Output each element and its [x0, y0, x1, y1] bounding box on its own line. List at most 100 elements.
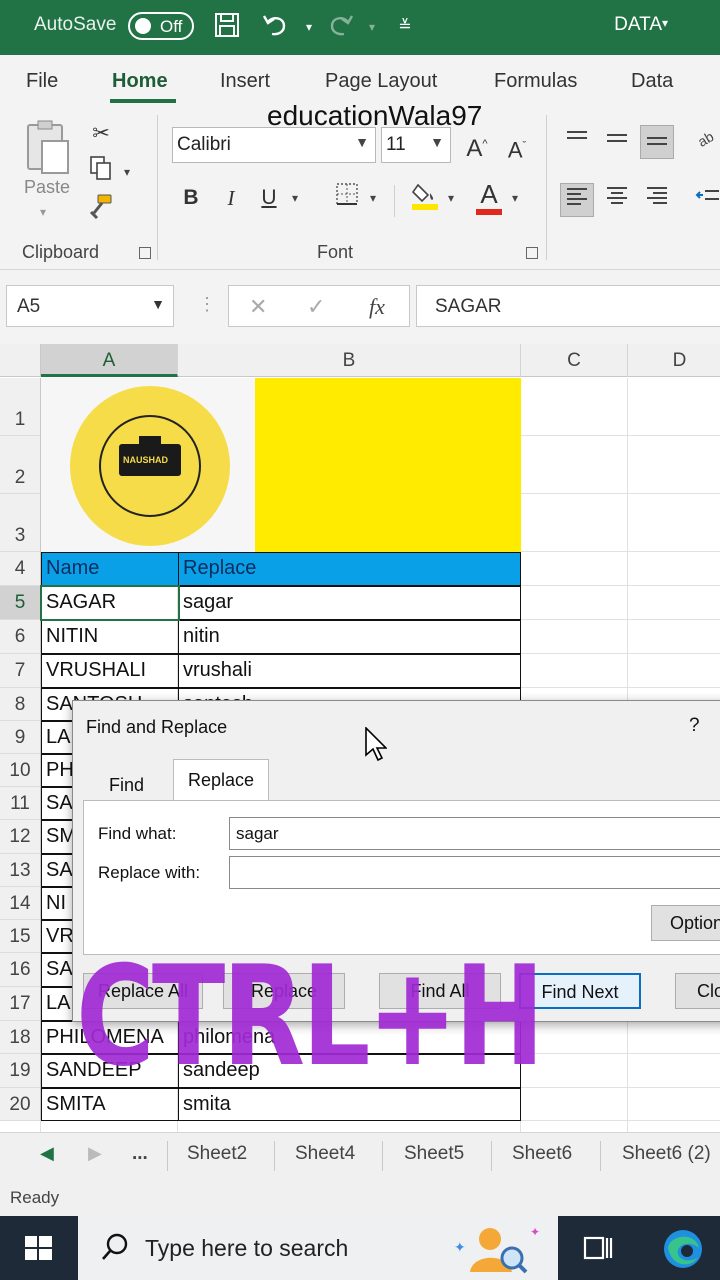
paste-dropdown-icon[interactable]: ▾ [40, 205, 46, 219]
sheet-tab[interactable]: Sheet6 (2) [622, 1143, 711, 1165]
row-header[interactable]: 10 [0, 754, 41, 787]
font-color-icon[interactable]: A [472, 177, 506, 215]
underline-button[interactable]: U [252, 181, 286, 215]
orientation-icon[interactable]: ab [690, 125, 720, 159]
row-header[interactable]: 4 [0, 552, 41, 586]
tab-find[interactable]: Find [95, 765, 158, 801]
insert-function-icon[interactable]: fx [369, 294, 385, 320]
help-button[interactable]: ? [689, 715, 700, 737]
decrease-font-size-icon[interactable]: Aˇ [500, 129, 534, 163]
sheet-tab[interactable]: Sheet5 [404, 1143, 464, 1165]
sheet-tab[interactable]: Sheet4 [295, 1143, 355, 1165]
bold-button[interactable]: B [174, 181, 208, 215]
row-header[interactable]: 3 [0, 494, 41, 552]
align-top-icon[interactable] [560, 125, 594, 159]
find-what-input[interactable]: sagar [229, 817, 720, 850]
row-header[interactable]: 12 [0, 820, 41, 854]
close-button[interactable]: Close [675, 973, 720, 1009]
more-sheets-button[interactable]: ... [132, 1143, 148, 1165]
table-cell-replace[interactable]: vrushali [178, 654, 521, 688]
row-header[interactable]: 1 [0, 378, 41, 436]
row-header[interactable]: 2 [0, 436, 41, 494]
font-size-select[interactable]: 11 ▼ [381, 127, 451, 163]
format-painter-icon[interactable] [84, 193, 118, 227]
borders-dropdown-icon[interactable]: ▾ [370, 191, 376, 205]
align-middle-icon[interactable] [600, 125, 634, 159]
row-header[interactable]: 19 [0, 1054, 41, 1088]
table-header-name[interactable]: Name [41, 552, 179, 586]
save-icon[interactable] [210, 10, 244, 44]
copy-icon[interactable] [84, 155, 118, 189]
row-header[interactable]: 20 [0, 1088, 41, 1121]
name-box[interactable]: A5 ▼ [6, 285, 174, 327]
borders-icon[interactable] [330, 181, 364, 215]
taskbar-search-box[interactable]: Type here to search ✦ ✦ [78, 1216, 558, 1280]
decrease-indent-icon[interactable] [690, 183, 720, 217]
font-name-select[interactable]: Calibri ▼ [172, 127, 376, 163]
underline-dropdown-icon[interactable]: ▾ [292, 191, 298, 205]
tab-home[interactable]: Home [112, 70, 168, 93]
row-header[interactable]: 11 [0, 787, 41, 820]
logo: NAUSHAD [70, 386, 230, 546]
undo-dropdown-icon[interactable]: ▾ [292, 10, 326, 44]
customize-qat-icon[interactable]: ≚ [388, 10, 422, 44]
tab-data[interactable]: Data [631, 70, 673, 93]
table-cell-replace[interactable]: nitin [178, 620, 521, 654]
fill-color-icon[interactable] [408, 179, 442, 213]
table-cell-name[interactable]: VRUSHALI [41, 654, 179, 688]
align-left-icon[interactable] [560, 183, 594, 217]
autosave-toggle[interactable]: Off [128, 12, 194, 40]
select-all-corner[interactable] [0, 344, 41, 377]
table-cell-name[interactable]: NITIN [41, 620, 179, 654]
row-header[interactable]: 18 [0, 1021, 41, 1054]
row-header[interactable]: 15 [0, 920, 41, 953]
sheet-tab[interactable]: Sheet6 [512, 1143, 572, 1165]
tab-page-layout[interactable]: Page Layout [325, 70, 437, 93]
row-header[interactable]: 5 [0, 586, 41, 620]
copy-dropdown-icon[interactable]: ▾ [124, 165, 130, 179]
column-header-b[interactable]: B [178, 344, 521, 377]
fill-color-dropdown-icon[interactable]: ▾ [448, 191, 454, 205]
formula-bar-grip-icon: ⋮ [198, 294, 216, 314]
row-header[interactable]: 13 [0, 854, 41, 887]
clipboard-launcher-icon[interactable] [139, 247, 151, 259]
search-highlight-icon[interactable]: ✦ ✦ [450, 1222, 550, 1280]
replace-with-input[interactable] [229, 856, 720, 889]
tab-formulas[interactable]: Formulas [494, 70, 577, 93]
options-button[interactable]: Options [651, 905, 720, 941]
paste-label[interactable]: Paste [24, 177, 70, 198]
row-header[interactable]: 17 [0, 987, 41, 1021]
document-name[interactable]: DATA [614, 14, 662, 36]
scroll-left-icon[interactable]: ◀ [40, 1143, 54, 1164]
tab-replace[interactable]: Replace [173, 759, 270, 801]
tab-insert[interactable]: Insert [220, 70, 270, 93]
start-button[interactable] [0, 1216, 78, 1280]
font-color-dropdown-icon[interactable]: ▾ [512, 191, 518, 205]
align-center-icon[interactable] [600, 183, 634, 217]
align-right-icon[interactable] [640, 183, 674, 217]
align-bottom-icon[interactable] [640, 125, 674, 159]
row-header[interactable]: 9 [0, 721, 41, 754]
row-header[interactable]: 7 [0, 654, 41, 688]
formula-input[interactable]: SAGAR [416, 285, 720, 327]
table-cell-replace[interactable]: sagar [178, 586, 521, 620]
tab-file[interactable]: File [26, 70, 58, 93]
paste-icon[interactable] [24, 119, 72, 179]
row-header[interactable]: 14 [0, 887, 41, 920]
sheet-tab[interactable]: Sheet2 [187, 1143, 247, 1165]
font-launcher-icon[interactable] [526, 247, 538, 259]
table-header-replace[interactable]: Replace [178, 552, 521, 586]
doc-dropdown-icon[interactable]: ▾ [662, 16, 668, 30]
italic-button[interactable]: I [214, 181, 248, 215]
increase-font-size-icon[interactable]: A^ [460, 127, 494, 162]
row-header[interactable]: 16 [0, 953, 41, 987]
column-header-a[interactable]: A [41, 344, 178, 377]
column-header-c[interactable]: C [521, 344, 628, 377]
row-header[interactable]: 8 [0, 688, 41, 721]
task-view-icon[interactable] [580, 1230, 616, 1271]
column-header-d[interactable]: D [628, 344, 720, 377]
undo-icon[interactable] [258, 10, 292, 44]
edge-browser-icon[interactable] [660, 1226, 706, 1277]
row-header[interactable]: 6 [0, 620, 41, 654]
cut-icon[interactable]: ✂ [84, 117, 118, 151]
